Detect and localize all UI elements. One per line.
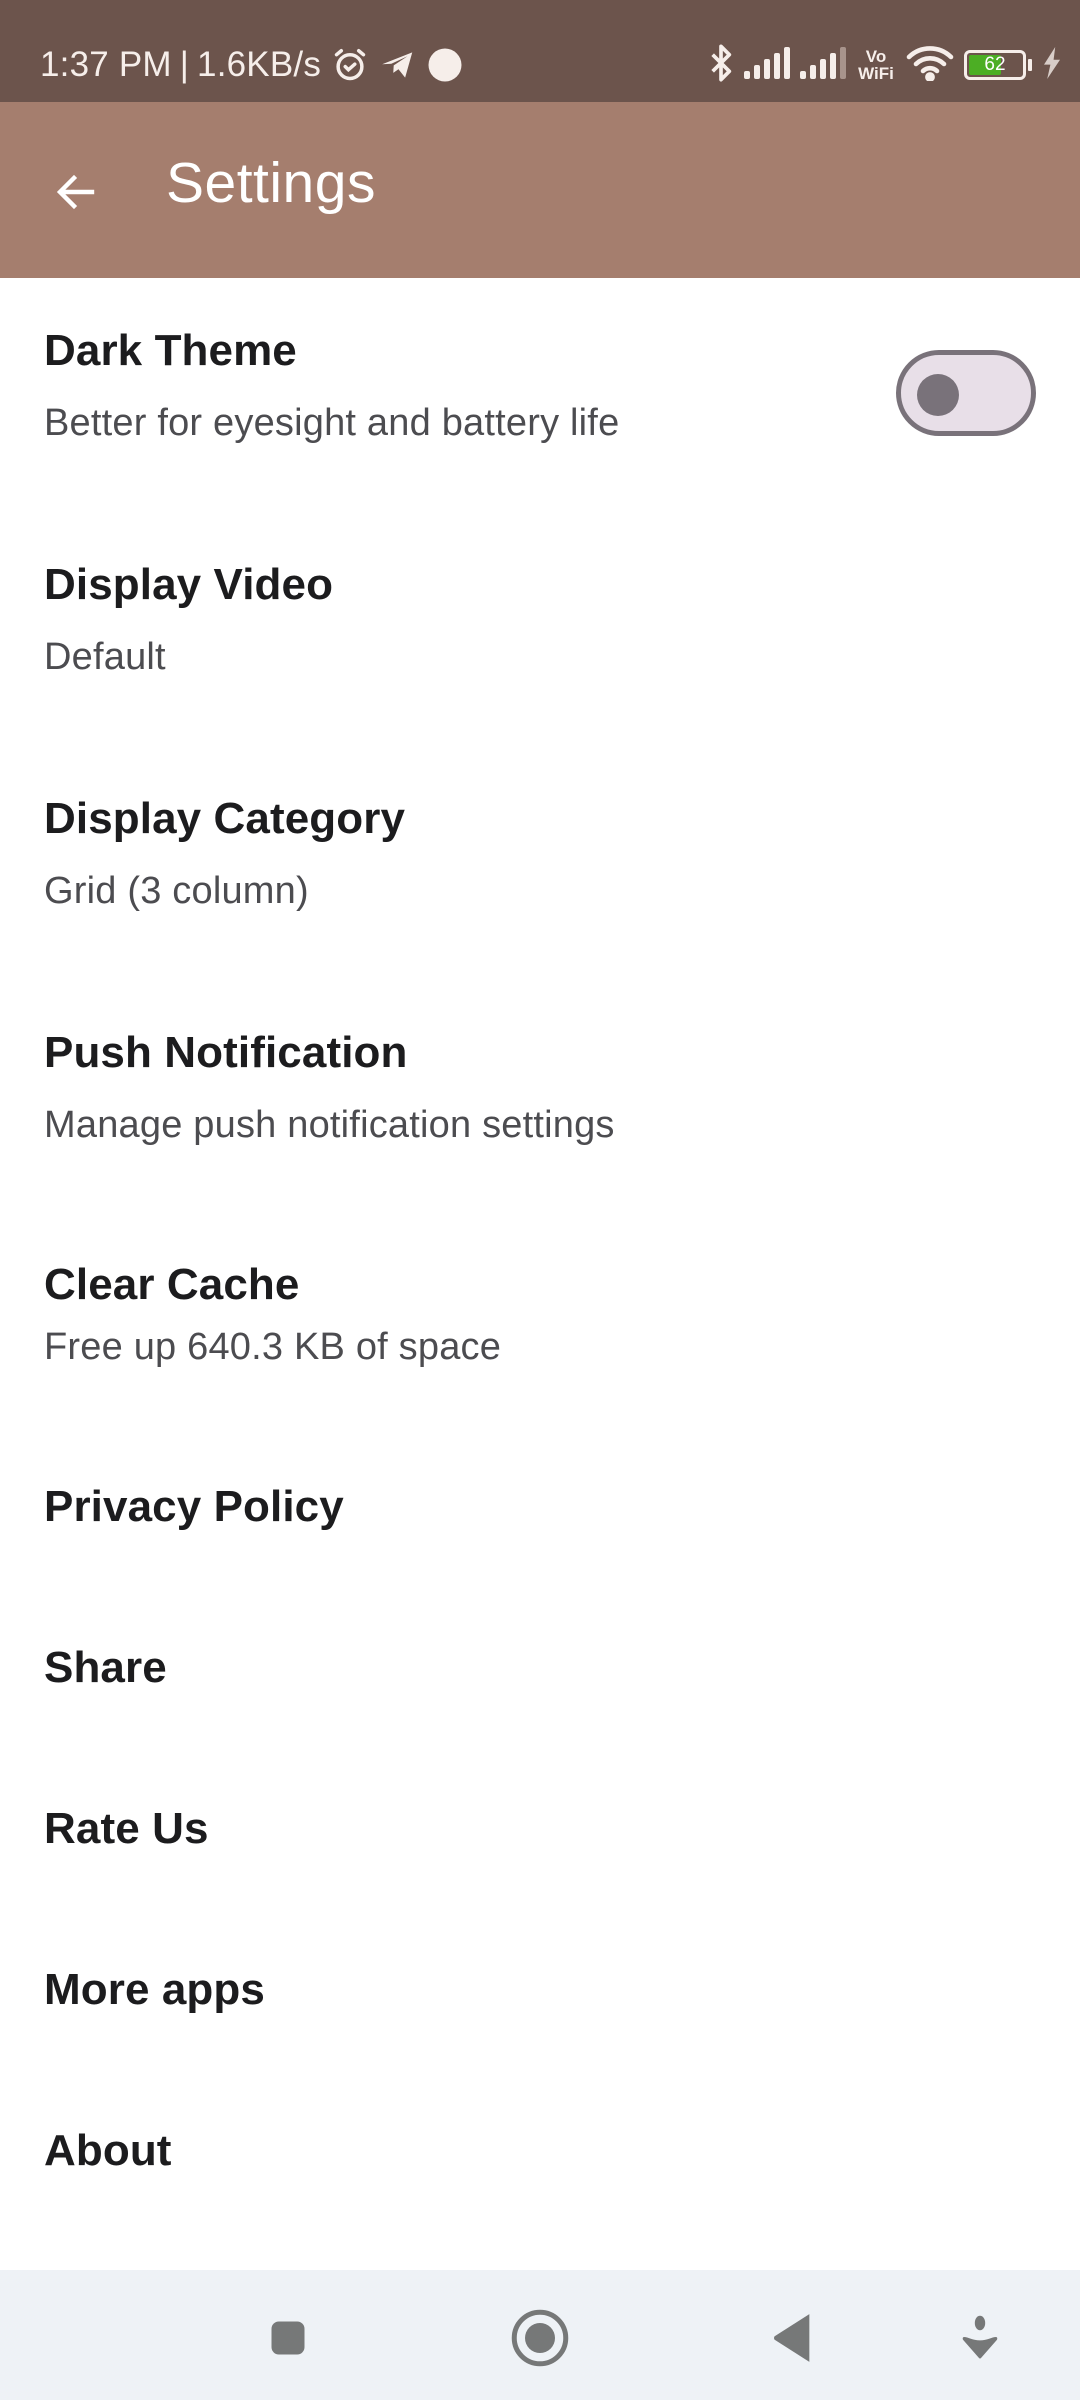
setting-title: Push Notification: [44, 1028, 408, 1077]
home-icon: [511, 2309, 569, 2367]
signal-sim2-icon: [800, 46, 846, 84]
bluetooth-icon: [708, 43, 734, 88]
status-right: Vo WiFi 62: [708, 42, 1062, 88]
setting-display-category[interactable]: Display Category Grid (3 column): [0, 746, 1080, 980]
vowifi-bottom-text: WiFi: [858, 64, 894, 83]
status-separator: |: [179, 45, 190, 84]
system-nav-bar: [0, 2270, 1080, 2400]
wifi-icon: [906, 45, 954, 86]
setting-title: About: [44, 2126, 172, 2175]
setting-display-video[interactable]: Display Video Default: [0, 512, 1080, 746]
dark-theme-toggle[interactable]: [896, 350, 1036, 436]
setting-share[interactable]: Share: [0, 1601, 1080, 1762]
back-button[interactable]: [40, 156, 112, 228]
setting-title: Display Category: [44, 794, 406, 843]
home-button[interactable]: [500, 2298, 580, 2378]
toggle-knob: [917, 374, 959, 416]
network-speed: 1.6KB/s: [197, 45, 322, 84]
setting-title: Share: [44, 1643, 167, 1692]
vowifi-top-text: Vo: [865, 47, 887, 66]
setting-title: Clear Cache: [44, 1260, 300, 1309]
recents-button[interactable]: [248, 2298, 328, 2378]
notification-dot-icon: [427, 47, 463, 83]
assist-button[interactable]: [940, 2298, 1020, 2378]
status-time: 1:37 PM: [40, 45, 172, 84]
app-bar: Settings: [0, 102, 1080, 278]
setting-subtitle: Manage push notification settings: [44, 1104, 615, 1146]
signal-sim1-icon: [744, 46, 790, 84]
setting-title: More apps: [44, 1965, 265, 2014]
setting-title: Privacy Policy: [44, 1482, 344, 1531]
telegram-icon: [379, 46, 417, 84]
recents-icon: [271, 2321, 305, 2355]
setting-title: Dark Theme: [44, 326, 297, 375]
status-bar: 1:37 PM | 1.6KB/s Vo WiFi 62: [0, 0, 1080, 102]
setting-subtitle: Free up 640.3 KB of space: [44, 1326, 502, 1368]
battery-icon: 62: [964, 50, 1026, 80]
back-icon: [774, 2314, 810, 2362]
setting-dark-theme[interactable]: Dark Theme Better for eyesight and batte…: [0, 278, 1080, 512]
page-title: Settings: [166, 151, 376, 215]
settings-list: Dark Theme Better for eyesight and batte…: [0, 278, 1080, 2245]
alarm-icon: [331, 46, 369, 84]
setting-clear-cache[interactable]: Clear Cache Free up 640.3 KB of space: [0, 1214, 1080, 1440]
charging-icon: [1042, 46, 1062, 84]
setting-privacy-policy[interactable]: Privacy Policy: [0, 1440, 1080, 1601]
setting-title: Display Video: [44, 560, 334, 609]
back-nav-button[interactable]: [752, 2298, 832, 2378]
battery-cap: [1028, 59, 1032, 71]
status-left: 1:37 PM | 1.6KB/s: [40, 42, 463, 88]
vowifi-icon: Vo WiFi: [856, 48, 896, 82]
setting-more-apps[interactable]: More apps: [0, 1923, 1080, 2084]
setting-subtitle: Grid (3 column): [44, 870, 309, 912]
assist-icon: [962, 2315, 998, 2359]
setting-subtitle: Default: [44, 636, 166, 678]
setting-about[interactable]: About: [0, 2084, 1080, 2245]
setting-rate-us[interactable]: Rate Us: [0, 1762, 1080, 1923]
setting-title: Rate Us: [44, 1804, 209, 1853]
arrow-back-icon: [56, 174, 95, 210]
battery-level: 62: [984, 54, 1006, 75]
setting-push-notification[interactable]: Push Notification Manage push notificati…: [0, 980, 1080, 1214]
setting-subtitle: Better for eyesight and battery life: [44, 402, 620, 444]
